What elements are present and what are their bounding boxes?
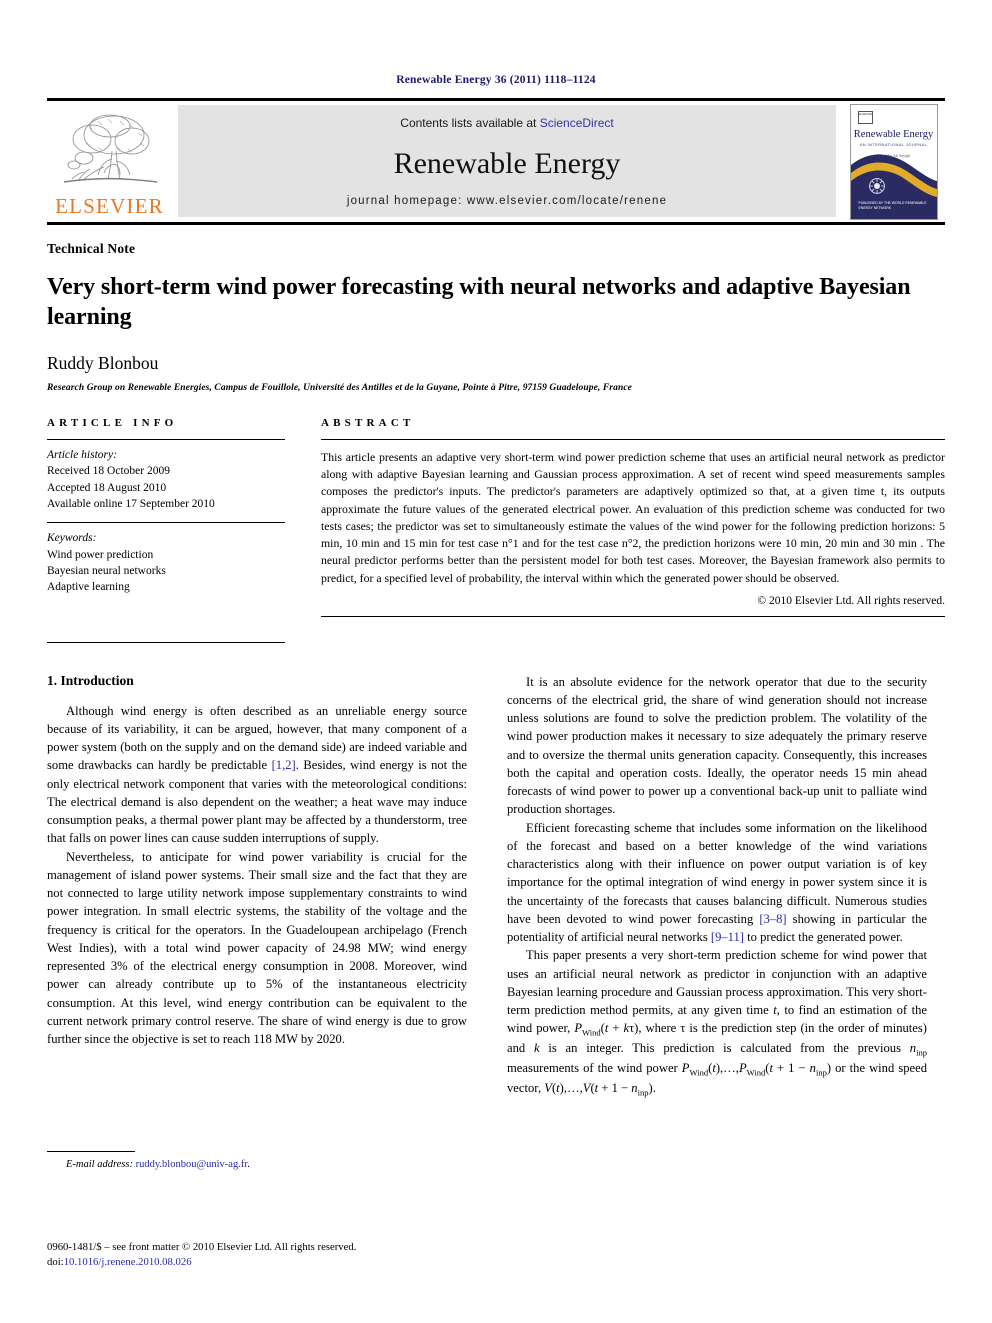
abstract-text: This article presents an adaptive very s…	[321, 450, 945, 585]
paragraph-text-a: Efficient forecasting scheme that includ…	[507, 820, 927, 926]
abstract-copyright: © 2010 Elsevier Ltd. All rights reserved…	[757, 594, 945, 607]
article-history-block: Article history: Received 18 October 200…	[47, 447, 285, 512]
left-column: 1. Introduction Although wind energy is …	[47, 672, 467, 1170]
cover-footer-text: PUBLISHED BY THE WORLD RENEWABLE ENERGY …	[858, 201, 927, 211]
keyword-item: Bayesian neural networks	[47, 565, 166, 577]
article-page: Renewable Energy 36 (2011) 1118–1124 ELS…	[0, 0, 992, 1323]
abstract-rule-bottom	[321, 615, 945, 617]
doi-line: doi:10.1016/j.renene.2010.08.026	[47, 1255, 356, 1270]
abstract-heading: ABSTRACT	[321, 417, 415, 430]
keywords-label: Keywords:	[47, 532, 97, 545]
contents-available-line: Contents lists available at ScienceDirec…	[400, 116, 613, 130]
article-info-heading: ARTICLE INFO	[47, 417, 178, 430]
citation-link[interactable]: [1,2]	[272, 758, 296, 772]
footnote-email: E-mail address: ruddy.blonbou@univ-ag.fr…	[47, 1159, 467, 1170]
footnote-region: E-mail address: ruddy.blonbou@univ-ag.fr…	[47, 1150, 467, 1170]
page-footer: 0960-1481/$ – see front matter © 2010 El…	[47, 1240, 356, 1271]
page-title: Very short-term wind power forecasting w…	[47, 274, 911, 330]
cover-elsevier-mark: ELSEVIER	[857, 110, 873, 124]
journal-cover-cell: ELSEVIER Renewable Energy AN INTERNATION…	[842, 101, 945, 222]
info-abstract-region: ARTICLE INFO Article history: Received 1…	[47, 417, 945, 643]
paragraph: This paper presents a very short-term pr…	[507, 946, 927, 1099]
paragraph: It is an absolute evidence for the netwo…	[507, 674, 927, 817]
elsevier-tree-icon	[63, 114, 157, 183]
journal-title: Renewable Energy	[393, 146, 621, 180]
elsevier-logo: ELSEVIER	[47, 101, 172, 222]
footnote-rule	[47, 1150, 135, 1152]
math-expression-3: V(t),…,V(t + 1 − ninp)	[544, 1081, 653, 1098]
paragraph-text-e: measurements of the wind power	[507, 1061, 682, 1076]
abstract-column: ABSTRACT This article presents an adapti…	[321, 417, 945, 643]
right-column: It is an absolute evidence for the netwo…	[507, 673, 927, 1099]
history-item: Accepted 18 August 2010	[47, 481, 167, 494]
paragraph-text-d: is an integer. This prediction is calcul…	[539, 1041, 910, 1056]
math-expression-2: PWind(t),…,PWind(t + 1 − ninp)	[681, 1061, 832, 1078]
citation-link[interactable]: [3–8]	[759, 912, 786, 926]
journal-homepage-link[interactable]: journal homepage: www.elsevier.com/locat…	[347, 195, 667, 207]
article-info-rule-top	[47, 439, 285, 441]
body-columns: 1. Introduction Although wind energy is …	[47, 672, 945, 1170]
keyword-item: Wind power prediction	[47, 548, 154, 561]
paragraph-text-c: to predict the generated power.	[744, 930, 903, 945]
running-head: Renewable Energy 36 (2011) 1118–1124	[396, 74, 596, 86]
doi-prefix: doi:	[47, 1256, 64, 1269]
paragraph: Nevertheless, to anticipate for wind pow…	[47, 849, 467, 1047]
journal-cover-thumbnail: ELSEVIER Renewable Energy AN INTERNATION…	[849, 103, 938, 220]
paragraph-text-g: .	[652, 1081, 656, 1096]
issn-front-matter-line: 0960-1481/$ – see front matter © 2010 El…	[47, 1241, 357, 1253]
keywords-block: Keywords: Wind power prediction Bayesian…	[47, 530, 285, 595]
paragraph: Efficient forecasting scheme that includ…	[507, 819, 927, 947]
article-info-rule-bottom	[47, 641, 285, 643]
email-link[interactable]: ruddy.blonbou@univ-ag.fr	[136, 1159, 248, 1170]
journal-masthead: ELSEVIER Contents lists available at Sci…	[47, 98, 945, 225]
section-heading-introduction: 1. Introduction	[47, 672, 134, 688]
paragraph: Although wind energy is often described …	[47, 702, 467, 848]
sciencedirect-link[interactable]: ScienceDirect	[540, 116, 614, 130]
author-name: Ruddy Blonbou	[47, 353, 159, 374]
cover-title: Renewable Energy	[853, 128, 934, 140]
article-info-column: ARTICLE INFO Article history: Received 1…	[47, 417, 285, 643]
cover-seal-icon	[868, 177, 885, 194]
footnote-label: E-mail address:	[66, 1158, 133, 1170]
article-info-rule-mid	[47, 522, 285, 524]
contents-prefix-text: Contents lists available at	[400, 116, 540, 130]
keyword-item: Adaptive learning	[47, 581, 130, 594]
doi-link[interactable]: 10.1016/j.renene.2010.08.026	[64, 1256, 192, 1268]
footnote-period: .	[247, 1158, 250, 1170]
history-item: Available online 17 September 2010	[47, 498, 215, 511]
history-item: Received 18 October 2009	[47, 465, 170, 478]
elsevier-wordmark: ELSEVIER	[55, 193, 164, 218]
article-history-label: Article history:	[47, 449, 117, 462]
abstract-rule-top	[321, 439, 945, 441]
author-affiliation: Research Group on Renewable Energies, Ca…	[47, 383, 632, 394]
masthead-center-panel: Contents lists available at ScienceDirec…	[178, 105, 836, 217]
math-expression-1: PWind(t + kτ)	[574, 1021, 639, 1038]
citation-link[interactable]: [9–11]	[711, 930, 744, 944]
math-var-ninp: ninp	[909, 1041, 927, 1058]
article-type: Technical Note	[47, 241, 136, 256]
